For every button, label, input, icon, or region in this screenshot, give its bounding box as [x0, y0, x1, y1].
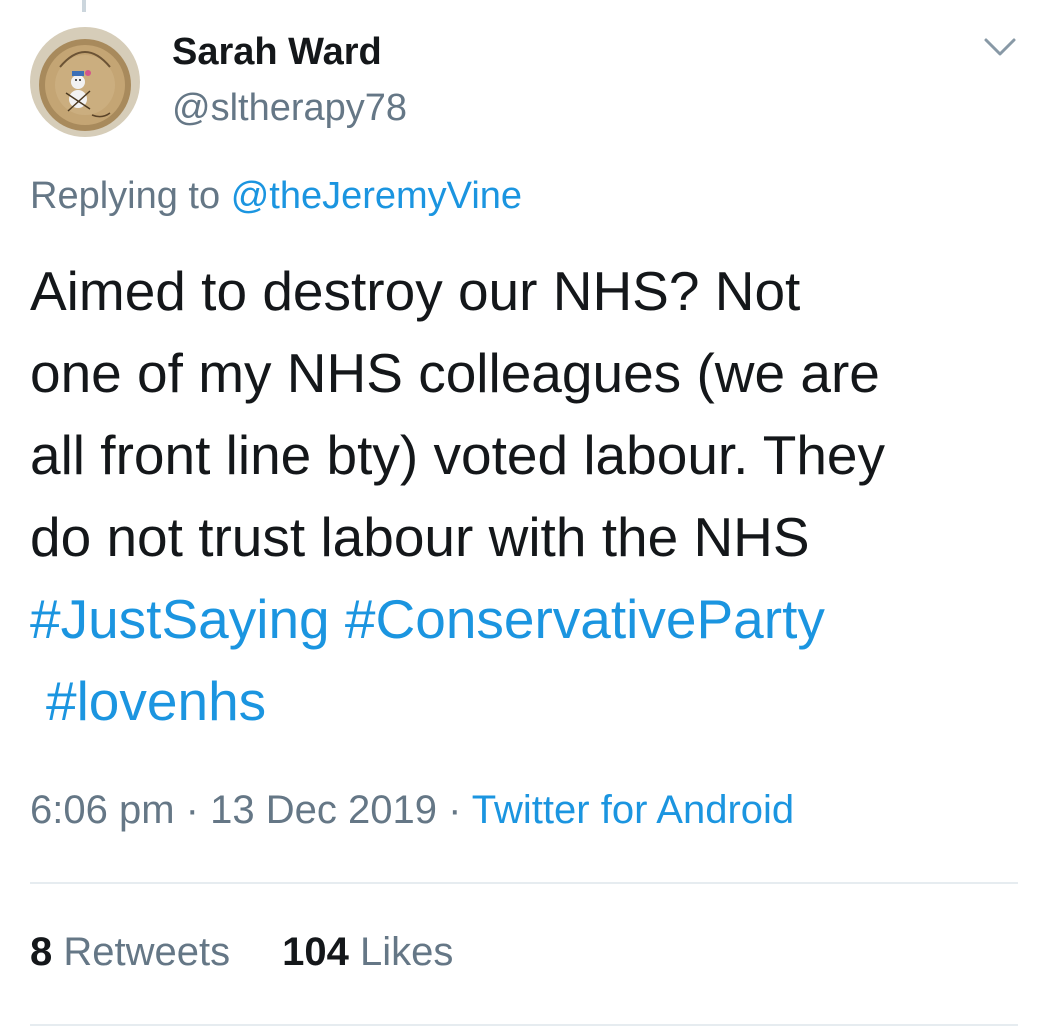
likes-count: 104 [282, 930, 349, 974]
hashtag-link[interactable]: #ConservativeParty [345, 588, 825, 650]
avatar[interactable] [30, 27, 140, 137]
retweets-stat[interactable]: 8 Retweets [30, 930, 230, 974]
tweet-text: Aimed to destroy our NHS? Not one of my … [30, 250, 1030, 742]
divider [30, 1024, 1018, 1026]
tweet-source-link[interactable]: Twitter for Android [472, 788, 794, 832]
thread-connector-line [82, 0, 86, 12]
tweet-text-line: Aimed to destroy our NHS? Not [30, 260, 801, 322]
likes-label: Likes [360, 930, 454, 974]
tweet-text-line: do not trust labour with the NHS [30, 506, 810, 568]
wooden-ornament-avatar-icon [30, 27, 140, 137]
hashtag-line: #JustSaying #ConservativeParty [30, 578, 1030, 660]
meta-separator: · [448, 788, 462, 832]
author-handle[interactable]: @sltherapy78 [172, 86, 407, 130]
hashtag-link[interactable]: #lovenhs [46, 670, 266, 732]
tweet-time[interactable]: 6:06 pm [30, 788, 175, 832]
meta-separator: · [185, 788, 199, 832]
reply-mention-link[interactable]: @theJeremyVine [231, 175, 522, 217]
hashtag-link[interactable]: #JustSaying [30, 588, 330, 650]
hashtag-line: #lovenhs [30, 660, 1030, 742]
likes-stat[interactable]: 104 Likes [282, 930, 453, 974]
tweet-date[interactable]: 13 Dec 2019 [210, 788, 437, 832]
tweet-text-line: one of my NHS colleagues (we are [30, 342, 880, 404]
retweets-count: 8 [30, 930, 53, 974]
retweets-label: Retweets [63, 930, 231, 974]
replying-to-label: Replying to [30, 175, 221, 217]
chevron-down-icon[interactable] [978, 30, 1022, 64]
tweet-metadata: 6:06 pm · 13 Dec 2019 · Twitter for Andr… [30, 786, 794, 834]
author-name[interactable]: Sarah Ward [172, 30, 382, 74]
engagement-stats: 8 Retweets 104 Likes [30, 928, 453, 976]
replying-to: Replying to @theJeremyVine [30, 174, 522, 218]
divider [30, 882, 1018, 884]
tweet-text-line: all front line bty) voted labour. They [30, 424, 886, 486]
